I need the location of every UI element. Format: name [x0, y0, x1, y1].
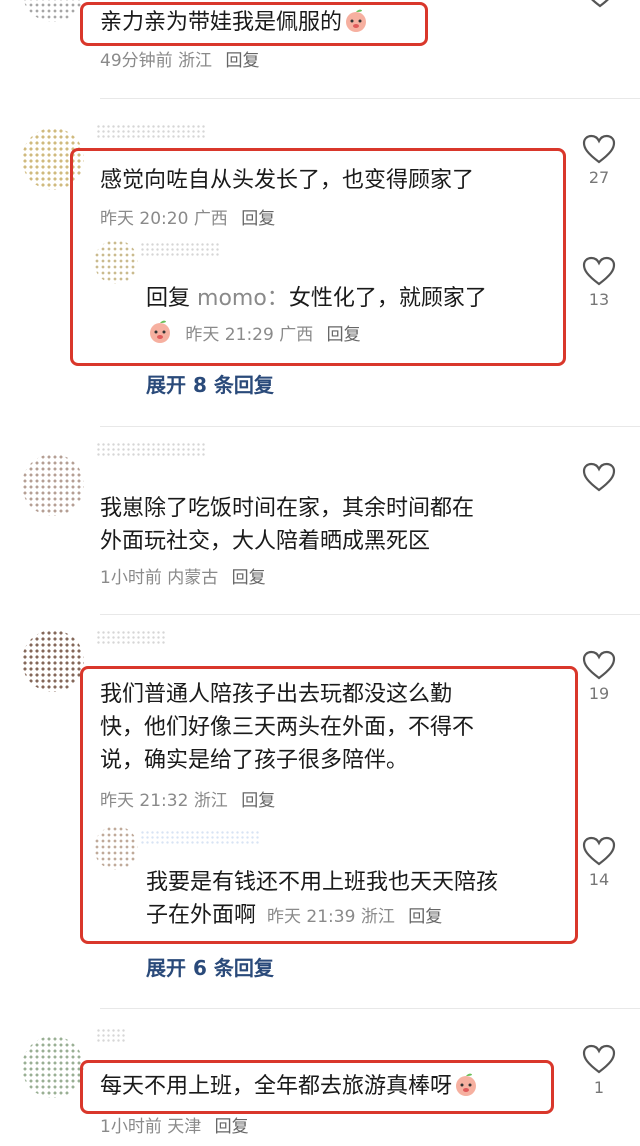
- reply-link[interactable]: 回复: [241, 791, 275, 811]
- comment-text-line: 说，确实是给了孩子很多陪伴。: [100, 748, 409, 773]
- username[interactable]: [96, 124, 206, 138]
- comment-time: 昨天 20:20: [100, 209, 189, 229]
- reply-link[interactable]: 回复: [215, 1117, 249, 1137]
- heart-outline-icon: [582, 836, 616, 866]
- comment-location: 浙江: [193, 791, 228, 811]
- reply-text-line-with-meta: 子在外面啊 昨天 21:39 浙江 回复: [146, 899, 498, 934]
- like-button[interactable]: [579, 462, 619, 492]
- heart-outline-icon: [582, 256, 616, 286]
- reply-location: 浙江: [360, 907, 395, 927]
- reply-text-line: 子在外面啊: [146, 903, 257, 928]
- comment-time: 1小时前: [100, 568, 162, 588]
- like-count: 27: [588, 168, 610, 187]
- peach-emoji-icon: [456, 1073, 477, 1096]
- comment-location: 浙江: [178, 51, 213, 71]
- avatar[interactable]: [94, 826, 138, 870]
- reply-text: 回复 momo：女性化了，就顾家了: [146, 282, 487, 315]
- reply-meta: 昨天 21:39 浙江 回复: [267, 907, 442, 927]
- comment-text-line: 我崽除了吃饭时间在家，其余时间都在: [100, 496, 475, 521]
- comment-meta: 昨天 20:20 广西 回复: [100, 204, 275, 229]
- divider: [100, 1008, 640, 1009]
- comment-time: 1小时前: [100, 1117, 162, 1137]
- avatar[interactable]: [22, 0, 84, 22]
- expand-replies-button[interactable]: 展开 8 条回复: [146, 369, 274, 398]
- like-button[interactable]: 1: [579, 1044, 619, 1097]
- divider: [100, 426, 640, 427]
- avatar[interactable]: [94, 240, 138, 284]
- reply-link[interactable]: 回复: [327, 325, 361, 345]
- reply-link[interactable]: 回复: [408, 907, 442, 927]
- heart-outline-icon: [582, 462, 616, 492]
- comment-meta: 昨天 21:32 浙江 回复: [100, 786, 275, 811]
- comment-location: 天津: [167, 1117, 202, 1137]
- divider: [100, 614, 640, 615]
- reply-prefix: 回复: [146, 286, 191, 311]
- like-button[interactable]: 27: [579, 134, 619, 187]
- comment-time: 昨天 21:32: [100, 791, 189, 811]
- heart-outline-icon: [582, 134, 616, 164]
- reply-location: 广西: [279, 325, 314, 345]
- peach-emoji-icon: [150, 320, 170, 343]
- comment-text: 感觉向咗自从头发长了，也变得顾家了: [100, 168, 475, 193]
- avatar[interactable]: [22, 1036, 84, 1098]
- heart-outline-icon: [582, 1044, 616, 1074]
- comment-text: 每天不用上班，全年都去旅游真棒呀: [100, 1070, 478, 1103]
- like-count: 14: [588, 870, 610, 889]
- comment-time: 49分钟前: [100, 51, 173, 71]
- comment-text-line: 外面玩社交，大人陪着晒成黑死区: [100, 529, 431, 554]
- reply-meta: 昨天 21:29 广西 回复: [146, 320, 361, 345]
- comment-meta: 1小时前 内蒙古 回复: [100, 563, 266, 588]
- reply-time: 昨天 21:39: [267, 907, 356, 927]
- comment-meta: 49分钟前 浙江 回复: [100, 46, 259, 71]
- like-count: 1: [593, 1078, 605, 1097]
- reply-target-name[interactable]: momo：: [197, 286, 289, 311]
- reply-text-content: 女性化了，就顾家了: [288, 286, 487, 311]
- reply-link[interactable]: 回复: [225, 51, 259, 71]
- heart-outline-icon: [582, 650, 616, 680]
- comment-text: 亲力亲为带娃我是佩服的: [100, 6, 368, 39]
- reply-text-line: 我要是有钱还不用上班我也天天陪孩: [146, 870, 499, 895]
- reply-link[interactable]: 回复: [232, 568, 266, 588]
- comment-text: 我们普通人陪孩子出去玩都没这么勤 快，他们好像三天两头在外面，不得不 说，确实是…: [100, 678, 474, 777]
- comment-location: 内蒙古: [167, 568, 219, 588]
- avatar[interactable]: [22, 630, 84, 692]
- comment-text-content: 亲力亲为带娃我是佩服的: [100, 10, 343, 35]
- like-count: 13: [588, 290, 610, 309]
- comment-text-content: 每天不用上班，全年都去旅游真棒呀: [100, 1074, 453, 1099]
- reply-text: 我要是有钱还不用上班我也天天陪孩 子在外面啊 昨天 21:39 浙江 回复: [146, 866, 498, 934]
- reply-time: 昨天 21:29: [185, 325, 274, 345]
- comment-meta: 1小时前 天津 回复: [100, 1112, 249, 1137]
- reply-link[interactable]: 回复: [241, 209, 275, 229]
- comment-location: 广西: [193, 209, 228, 229]
- heart-outline-icon: [591, 0, 609, 8]
- comment-text: 我崽除了吃饭时间在家，其余时间都在 外面玩社交，大人陪着晒成黑死区: [100, 492, 474, 558]
- like-button[interactable]: 19: [579, 650, 619, 703]
- username[interactable]: [96, 630, 166, 644]
- username[interactable]: [140, 830, 260, 844]
- like-count: 19: [588, 684, 610, 703]
- divider: [100, 98, 640, 99]
- comment-text-line: 我们普通人陪孩子出去玩都没这么勤: [100, 682, 453, 707]
- like-button[interactable]: [580, 0, 620, 8]
- like-button[interactable]: 13: [579, 256, 619, 309]
- avatar[interactable]: [22, 454, 84, 516]
- username[interactable]: [96, 1028, 126, 1042]
- username[interactable]: [96, 442, 206, 456]
- like-button[interactable]: 14: [579, 836, 619, 889]
- peach-emoji-icon: [346, 9, 367, 32]
- username[interactable]: [140, 242, 220, 256]
- expand-replies-button[interactable]: 展开 6 条回复: [146, 952, 274, 981]
- comment-text-line: 快，他们好像三天两头在外面，不得不: [100, 715, 475, 740]
